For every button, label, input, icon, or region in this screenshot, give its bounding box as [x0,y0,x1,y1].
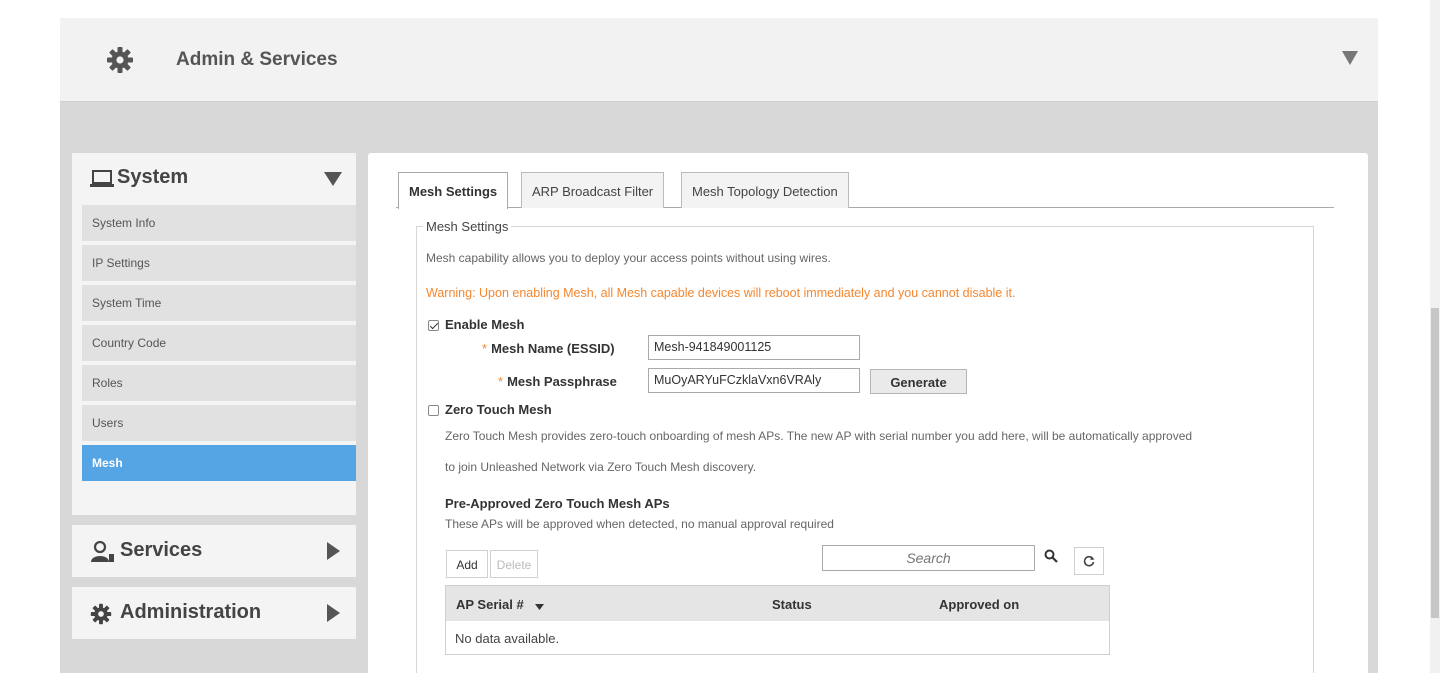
add-button[interactable]: Add [446,550,488,578]
table-body: No data available. [446,621,1109,654]
section-header[interactable]: Admin & Services [60,18,1378,102]
tab-mesh-topology-detection[interactable]: Mesh Topology Detection [681,172,849,208]
scrollbar-thumb[interactable] [1431,308,1439,618]
mesh-name-label: * Mesh Name (ESSID) [482,341,615,356]
column-status[interactable]: Status [772,597,812,612]
admin-services-frame: Admin & Services System System Info IP S… [60,18,1378,673]
enable-mesh-checkbox[interactable] [428,320,439,331]
required-asterisk: * [482,341,488,356]
table-empty-text: No data available. [455,631,560,646]
page-scrollbar[interactable] [1430,0,1440,673]
sidebar-item-mesh[interactable]: Mesh [82,445,356,481]
column-ap-serial[interactable]: AP Serial # [456,597,545,613]
gear-icon [106,46,134,79]
generate-button[interactable]: Generate [870,369,967,394]
sidebar-item-users[interactable]: Users [82,405,356,441]
search-input[interactable] [822,545,1035,571]
zero-touch-mesh-label: Zero Touch Mesh [445,402,552,417]
laptop-icon [90,169,114,195]
delete-button[interactable]: Delete [490,550,538,578]
ztm-description-line1: Zero Touch Mesh provides zero-touch onbo… [445,429,1193,443]
preapproved-title: Pre-Approved Zero Touch Mesh APs [445,496,670,511]
mesh-content-panel: Mesh Settings ARP Broadcast Filter Mesh … [368,153,1368,673]
table-header: AP Serial # Status Approved on [446,586,1109,621]
services-panel[interactable]: Services [72,525,356,577]
section-title: Admin & Services [176,49,338,70]
triangle-right-icon[interactable] [327,604,340,627]
mesh-passphrase-input[interactable]: MuOyARYuFCzklaVxn6VRAly [648,368,860,393]
zero-touch-mesh-checkbox[interactable] [428,405,439,416]
sidebar-item-roles[interactable]: Roles [82,365,356,401]
ztm-description-line2: to join Unleashed Network via Zero Touch… [445,460,757,474]
system-panel: System System Info IP Settings System Ti… [72,153,356,515]
mesh-passphrase-label: * Mesh Passphrase [498,374,617,389]
caret-down-icon [535,598,545,613]
enable-mesh-label: Enable Mesh [445,317,525,332]
administration-panel[interactable]: Administration [72,587,356,639]
required-asterisk: * [498,374,504,389]
triangle-down-icon[interactable] [324,172,342,191]
triangle-right-icon[interactable] [327,542,340,565]
mesh-warning: Warning: Upon enabling Mesh, all Mesh ca… [426,286,1016,300]
administration-title-label: Administration [120,601,262,623]
preapproved-aps-table: AP Serial # Status Approved on No data a… [445,585,1110,655]
refresh-button[interactable] [1074,547,1104,575]
mesh-name-input[interactable]: Mesh-941849001125 [648,335,860,360]
tab-mesh-settings[interactable]: Mesh Settings [398,172,509,209]
mesh-name-label-text: Mesh Name (ESSID) [491,341,615,356]
sidebar-item-system-time[interactable]: System Time [82,285,356,321]
refresh-icon [1083,555,1095,570]
gear-icon [90,603,112,631]
mesh-settings-legend: Mesh Settings [423,219,512,234]
sidebar-item-system-info[interactable]: System Info [82,205,356,241]
users-cog-icon [90,540,116,569]
tab-arp-broadcast-filter[interactable]: ARP Broadcast Filter [521,172,665,208]
mesh-description: Mesh capability allows you to deploy you… [426,251,831,265]
services-title-label: Services [120,539,203,561]
sidebar-item-country-code[interactable]: Country Code [82,325,356,361]
preapproved-description: These APs will be approved when detected… [445,517,834,531]
search-icon[interactable] [1044,549,1058,568]
column-ap-serial-label: AP Serial # [456,597,524,612]
system-title-label: System [117,166,189,188]
mesh-passphrase-label-text: Mesh Passphrase [507,374,617,389]
sidebar-item-ip-settings[interactable]: IP Settings [82,245,356,281]
column-approved-on[interactable]: Approved on [939,597,1019,612]
triangle-down-icon[interactable] [1342,51,1358,70]
